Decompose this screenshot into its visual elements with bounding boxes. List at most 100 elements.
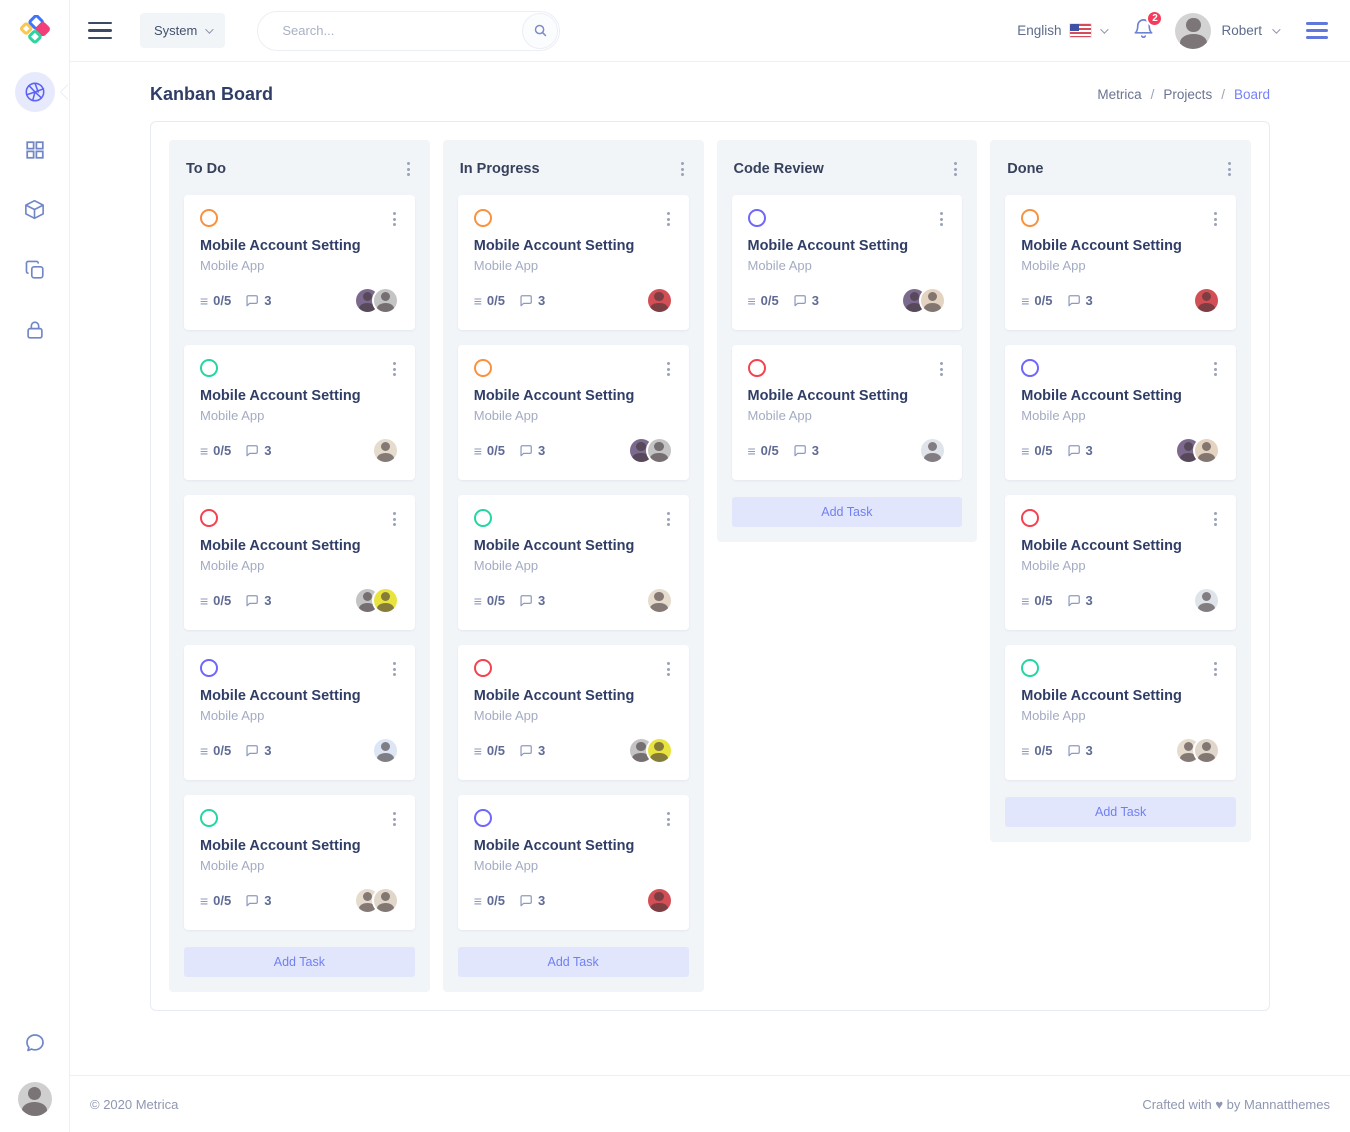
column-cards: Mobile Account Setting Mobile App ≡ 0/5 … xyxy=(732,195,963,480)
task-card[interactable]: Mobile Account Setting Mobile App ≡ 0/5 … xyxy=(458,645,689,780)
card-avatars xyxy=(1175,437,1220,464)
comments: 3 xyxy=(1067,593,1093,608)
member-avatar[interactable] xyxy=(1193,737,1220,764)
member-avatar[interactable] xyxy=(372,887,399,914)
card-menu-icon[interactable] xyxy=(1211,509,1220,529)
card-menu-icon[interactable] xyxy=(664,659,673,679)
sidebar-user-avatar[interactable] xyxy=(18,1082,52,1116)
column-menu-icon[interactable] xyxy=(1225,159,1234,179)
task-card[interactable]: Mobile Account Setting Mobile App ≡ 0/5 … xyxy=(184,495,415,630)
sidebar-bottom xyxy=(18,1031,52,1132)
column-menu-icon[interactable] xyxy=(678,159,687,179)
member-avatar[interactable] xyxy=(919,437,946,464)
tasks-count: 0/5 xyxy=(1034,743,1052,758)
kanban-column: In Progress Mobile Account Setting Mobil… xyxy=(443,140,704,992)
comments-count: 3 xyxy=(1086,293,1093,308)
sidebar-toggle-button[interactable] xyxy=(88,22,112,40)
member-avatar[interactable] xyxy=(646,737,673,764)
sidebar-item-apps[interactable] xyxy=(0,122,69,182)
column-title: In Progress xyxy=(460,161,540,177)
card-top-row xyxy=(748,209,947,229)
task-card[interactable]: Mobile Account Setting Mobile App ≡ 0/5 … xyxy=(1005,195,1236,330)
member-avatar[interactable] xyxy=(1193,437,1220,464)
add-task-button[interactable]: Add Task xyxy=(184,947,415,977)
task-card[interactable]: Mobile Account Setting Mobile App ≡ 0/5 … xyxy=(732,345,963,480)
card-title: Mobile Account Setting xyxy=(1021,388,1220,404)
status-ring-icon xyxy=(474,209,492,227)
column-menu-icon[interactable] xyxy=(404,159,413,179)
task-card[interactable]: Mobile Account Setting Mobile App ≡ 0/5 … xyxy=(458,345,689,480)
system-dropdown[interactable]: System xyxy=(140,13,225,48)
card-avatars xyxy=(628,437,673,464)
task-card[interactable]: Mobile Account Setting Mobile App ≡ 0/5 … xyxy=(458,195,689,330)
sidebar-item-authentication[interactable] xyxy=(0,302,69,362)
tasks-progress: ≡ 0/5 xyxy=(1021,293,1052,308)
card-subtitle: Mobile App xyxy=(200,408,399,423)
card-menu-icon[interactable] xyxy=(390,359,399,379)
card-menu-icon[interactable] xyxy=(390,509,399,529)
member-avatar[interactable] xyxy=(646,887,673,914)
card-menu-icon[interactable] xyxy=(664,359,673,379)
member-avatar[interactable] xyxy=(1193,287,1220,314)
add-task-button[interactable]: Add Task xyxy=(1005,797,1236,827)
list-icon: ≡ xyxy=(1021,294,1029,308)
app-logo[interactable] xyxy=(0,0,69,62)
member-avatar[interactable] xyxy=(1193,587,1220,614)
list-icon: ≡ xyxy=(1021,594,1029,608)
task-card[interactable]: Mobile Account Setting Mobile App ≡ 0/5 … xyxy=(184,195,415,330)
card-menu-icon[interactable] xyxy=(664,509,673,529)
card-menu-icon[interactable] xyxy=(1211,359,1220,379)
sidebar-item-components[interactable] xyxy=(0,182,69,242)
status-ring-icon xyxy=(474,509,492,527)
member-avatar[interactable] xyxy=(372,287,399,314)
card-menu-icon[interactable] xyxy=(664,809,673,829)
kanban-column: Code Review Mobile Account Setting Mobil… xyxy=(717,140,978,542)
column-menu-icon[interactable] xyxy=(951,159,960,179)
sidebar-item-pages[interactable] xyxy=(0,242,69,302)
task-card[interactable]: Mobile Account Setting Mobile App ≡ 0/5 … xyxy=(184,795,415,930)
search-button[interactable] xyxy=(522,13,558,49)
user-menu[interactable]: Robert xyxy=(1175,13,1278,49)
member-avatar[interactable] xyxy=(372,587,399,614)
add-task-button[interactable]: Add Task xyxy=(458,947,689,977)
breadcrumb-item[interactable]: Projects xyxy=(1163,87,1212,102)
us-flag-icon xyxy=(1070,24,1091,37)
task-card[interactable]: Mobile Account Setting Mobile App ≡ 0/5 … xyxy=(1005,345,1236,480)
member-avatar[interactable] xyxy=(646,287,673,314)
card-menu-icon[interactable] xyxy=(390,209,399,229)
card-menu-icon[interactable] xyxy=(1211,209,1220,229)
card-menu-icon[interactable] xyxy=(664,209,673,229)
breadcrumb-item[interactable]: Metrica xyxy=(1097,87,1141,102)
task-card[interactable]: Mobile Account Setting Mobile App ≡ 0/5 … xyxy=(1005,495,1236,630)
card-top-row xyxy=(474,659,673,679)
card-title: Mobile Account Setting xyxy=(474,238,673,254)
language-selector[interactable]: English xyxy=(1017,23,1106,38)
card-menu-icon[interactable] xyxy=(1211,659,1220,679)
column-title: Done xyxy=(1007,161,1043,177)
task-card[interactable]: Mobile Account Setting Mobile App ≡ 0/5 … xyxy=(184,345,415,480)
comments: 3 xyxy=(245,443,271,458)
member-avatar[interactable] xyxy=(646,587,673,614)
task-card[interactable]: Mobile Account Setting Mobile App ≡ 0/5 … xyxy=(1005,645,1236,780)
member-avatar[interactable] xyxy=(372,437,399,464)
tasks-count: 0/5 xyxy=(761,293,779,308)
member-avatar[interactable] xyxy=(372,737,399,764)
add-task-button[interactable]: Add Task xyxy=(732,497,963,527)
card-menu-icon[interactable] xyxy=(937,359,946,379)
chat-icon[interactable] xyxy=(23,1031,47,1060)
notifications-button[interactable]: 2 xyxy=(1132,17,1155,45)
card-menu-icon[interactable] xyxy=(937,209,946,229)
search-input[interactable] xyxy=(257,11,560,51)
task-card[interactable]: Mobile Account Setting Mobile App ≡ 0/5 … xyxy=(184,645,415,780)
settings-menu-button[interactable] xyxy=(1306,22,1328,39)
task-card[interactable]: Mobile Account Setting Mobile App ≡ 0/5 … xyxy=(458,495,689,630)
card-menu-icon[interactable] xyxy=(390,809,399,829)
card-subtitle: Mobile App xyxy=(474,858,673,873)
task-card[interactable]: Mobile Account Setting Mobile App ≡ 0/5 … xyxy=(458,795,689,930)
card-menu-icon[interactable] xyxy=(390,659,399,679)
status-ring-icon xyxy=(748,209,766,227)
member-avatar[interactable] xyxy=(646,437,673,464)
sidebar-item-dashboard[interactable] xyxy=(0,62,69,122)
member-avatar[interactable] xyxy=(919,287,946,314)
task-card[interactable]: Mobile Account Setting Mobile App ≡ 0/5 … xyxy=(732,195,963,330)
